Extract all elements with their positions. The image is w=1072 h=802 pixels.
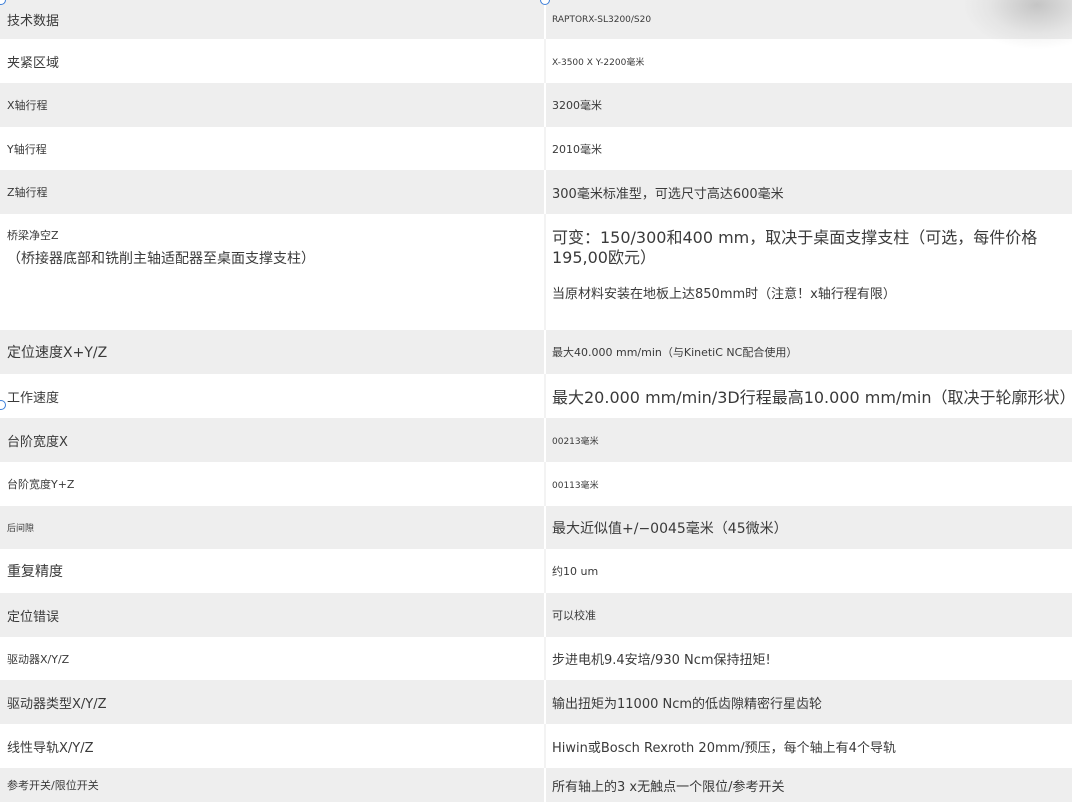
column-divider — [544, 724, 546, 768]
spec-label: 夹紧区域 — [7, 55, 60, 71]
spec-value-note: 当原材料安装在地板上达850mm时（注意！x轴行程有限） — [552, 287, 896, 302]
table-row: 工作速度 最大20.000 mm/min/3D行程最高10.000 mm/min… — [0, 374, 1072, 418]
spec-value: 约10 um — [552, 565, 599, 578]
spec-label: 定位错误 — [7, 609, 60, 625]
spec-label: 技术数据 — [7, 14, 60, 29]
spec-label-note: （桥接器底部和铣削主轴适配器至桌面支撑支柱） — [7, 251, 315, 267]
spec-label: 驱动器X/Y/Z — [7, 652, 70, 666]
spec-label: Y轴行程 — [7, 142, 47, 156]
table-row: 技术数据 RAPTORX-SL3200/S20 — [0, 0, 1072, 39]
column-divider — [544, 39, 546, 83]
corner-shadow — [962, 0, 1072, 50]
table-row: Y轴行程 2010毫米 — [0, 127, 1072, 170]
spec-label: 台阶宽度Y+Z — [7, 478, 75, 491]
column-divider — [544, 637, 546, 680]
table-row: 线性导轨X/Y/Z Hiwin或Bosch Rexroth 20mm/预压，每个… — [0, 724, 1072, 768]
spec-label-group: 桥梁净空Z （桥接器底部和铣削主轴适配器至桌面支撑支柱） — [7, 226, 537, 272]
spec-value: 300毫米标准型，可选尺寸高达600毫米 — [552, 186, 784, 202]
column-divider — [544, 374, 546, 418]
spec-label: 线性导轨X/Y/Z — [7, 740, 94, 756]
table-row: 后间隙 最大近似值+/−0045毫米（45微米） — [0, 506, 1072, 549]
table-row: Z轴行程 300毫米标准型，可选尺寸高达600毫米 — [0, 170, 1072, 214]
spec-value: 00213毫米 — [552, 436, 599, 447]
column-divider — [544, 593, 546, 637]
spec-label: Z轴行程 — [7, 186, 48, 199]
column-divider — [544, 418, 546, 462]
table-row: 驱动器类型X/Y/Z 输出扭矩为11000 Ncm的低齿隙精密行星齿轮 — [0, 680, 1072, 724]
table-row: 台阶宽度Y+Z 00113毫米 — [0, 462, 1072, 506]
column-divider — [544, 83, 546, 127]
spec-value: 输出扭矩为11000 Ncm的低齿隙精密行星齿轮 — [552, 696, 823, 712]
table-row: 桥梁净空Z （桥接器底部和铣削主轴适配器至桌面支撑支柱） 可变：150/300和… — [0, 214, 1072, 330]
spec-label: 参考开关/限位开关 — [7, 779, 99, 792]
table-row: 夹紧区域 X-3500 X Y-2200毫米 — [0, 39, 1072, 83]
spec-value: 可变：150/300和400 mm，取决于桌面支撑支柱（可选，每件价格195,0… — [552, 228, 1038, 267]
spec-value: Hiwin或Bosch Rexroth 20mm/预压，每个轴上有4个导轨 — [552, 740, 896, 756]
table-row: 台阶宽度X 00213毫米 — [0, 418, 1072, 462]
spec-value: 2010毫米 — [552, 142, 602, 156]
column-divider — [544, 214, 546, 330]
column-divider — [544, 330, 546, 374]
spec-label: 后间隙 — [7, 524, 35, 534]
spec-value: 步进电机9.4安培/930 Ncm保持扭矩! — [552, 653, 771, 668]
spec-label: 台阶宽度X — [7, 434, 68, 450]
column-divider — [544, 127, 546, 170]
spec-label: 定位速度X+Y/Z — [7, 345, 108, 361]
column-divider — [544, 680, 546, 724]
table-row: 驱动器X/Y/Z 步进电机9.4安培/930 Ncm保持扭矩! — [0, 637, 1072, 680]
spec-value-group: 可变：150/300和400 mm，取决于桌面支撑支柱（可选，每件价格195,0… — [552, 228, 1068, 305]
spec-value: 可以校准 — [552, 609, 596, 622]
column-divider — [544, 506, 546, 549]
table-row: 定位错误 可以校准 — [0, 593, 1072, 637]
column-divider — [544, 170, 546, 214]
table-row: 重复精度 约10 um — [0, 549, 1072, 593]
spec-label: 工作速度 — [7, 390, 60, 406]
column-divider — [544, 549, 546, 593]
spec-value: 最大20.000 mm/min/3D行程最高10.000 mm/min（取决于轮… — [552, 388, 1072, 407]
table-row: X轴行程 3200毫米 — [0, 83, 1072, 127]
spec-label: 重复精度 — [7, 564, 63, 580]
table-row: 定位速度X+Y/Z 最大40.000 mm/min（与KinetiC NC配合使… — [0, 330, 1072, 374]
table-row: 参考开关/限位开关 所有轴上的3 x无触点一个限位/参考开关 — [0, 768, 1072, 802]
spec-value: 00113毫米 — [552, 480, 599, 491]
spec-label: 驱动器类型X/Y/Z — [7, 696, 107, 712]
spec-value: 最大近似值+/−0045毫米（45微米） — [552, 520, 788, 537]
spec-value: 最大40.000 mm/min（与KinetiC NC配合使用） — [552, 346, 798, 359]
column-divider — [544, 462, 546, 506]
spec-value: 所有轴上的3 x无触点一个限位/参考开关 — [552, 779, 785, 795]
column-divider — [544, 768, 546, 802]
spec-label: 桥梁净空Z — [7, 229, 59, 242]
spec-label: X轴行程 — [7, 99, 48, 112]
column-divider — [544, 0, 546, 39]
spec-value: 3200毫米 — [552, 99, 602, 112]
